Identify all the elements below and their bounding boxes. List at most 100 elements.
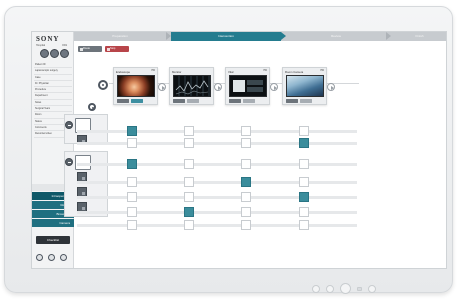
source-title: Room Camera	[285, 69, 304, 74]
routing-cell[interactable]	[299, 126, 309, 136]
routing-cell[interactable]	[241, 192, 251, 202]
routing-cell[interactable]	[127, 138, 137, 148]
routing-row	[77, 224, 357, 227]
route-button-label: Route	[83, 47, 90, 50]
routing-cell-active[interactable]	[127, 159, 137, 169]
vital-feed-image	[229, 75, 267, 97]
monitor-bezel: SONY Hospital OR1 Patient ID Laparoscopi…	[4, 6, 453, 293]
routing-cell[interactable]	[184, 192, 194, 202]
routing-row	[77, 163, 357, 166]
source-control-button[interactable]	[300, 99, 312, 103]
brand-logo: SONY	[36, 35, 60, 43]
source-badge: HD	[320, 69, 324, 72]
source-controls	[286, 99, 312, 103]
source-control-button[interactable]	[173, 99, 185, 103]
tab-review[interactable]: Review	[286, 32, 386, 41]
routing-cell[interactable]	[299, 177, 309, 187]
routing-cell[interactable]	[241, 138, 251, 148]
tab-finish[interactable]: Finish	[391, 32, 446, 41]
routing-cell[interactable]	[127, 207, 137, 217]
mode-buttons	[40, 49, 69, 58]
sidebar-tab-camera[interactable]: Camera	[32, 219, 74, 227]
hardware-button[interactable]	[357, 286, 362, 291]
routing-cell[interactable]	[184, 220, 194, 230]
source-control-button[interactable]	[286, 99, 298, 103]
routing-cell-active[interactable]	[127, 126, 137, 136]
play-icon[interactable]	[158, 83, 166, 91]
route-button[interactable]: Route	[78, 46, 102, 52]
edit-icon[interactable]	[48, 254, 55, 261]
stop-button-label: Stop	[110, 47, 116, 50]
routing-cell-active[interactable]	[241, 177, 251, 187]
checklist-button[interactable]: Checklist	[36, 236, 70, 244]
power-button[interactable]	[340, 283, 351, 294]
source-control-button[interactable]	[131, 99, 143, 103]
mode-a-button[interactable]	[40, 49, 49, 58]
hardware-button[interactable]	[368, 284, 376, 293]
source-card-endoscope[interactable]: Endoscope HD	[113, 67, 158, 105]
stop-icon	[106, 47, 110, 51]
source-play-icon[interactable]	[98, 80, 108, 90]
vital-signs-graphic	[233, 80, 263, 92]
routing-cell[interactable]	[184, 159, 194, 169]
play-icon[interactable]	[214, 83, 222, 91]
routing-cell[interactable]	[241, 159, 251, 169]
mode-b-button[interactable]	[50, 49, 59, 58]
routing-cell[interactable]	[184, 177, 194, 187]
route-icon	[79, 47, 83, 51]
routing-cell[interactable]	[127, 192, 137, 202]
source-select-icon[interactable]	[88, 103, 96, 111]
source-control-button[interactable]	[229, 99, 241, 103]
source-controls	[229, 99, 255, 103]
tab-preparation[interactable]: Preparation	[74, 32, 166, 41]
source-control-button[interactable]	[243, 99, 255, 103]
source-controls	[173, 99, 199, 103]
routing-cell[interactable]	[299, 220, 309, 230]
play-icon[interactable]	[270, 83, 278, 91]
routing-cell[interactable]	[241, 220, 251, 230]
routing-cell[interactable]	[184, 126, 194, 136]
room-camera-feed-image	[286, 75, 324, 97]
routing-cell[interactable]	[241, 126, 251, 136]
stop-button[interactable]: Stop	[105, 46, 129, 52]
source-title: Vital	[228, 69, 234, 74]
source-title: Monitor	[172, 69, 182, 74]
hardware-button[interactable]	[326, 284, 334, 293]
play-icon[interactable]	[327, 83, 335, 91]
source-title: Endoscope	[116, 69, 130, 74]
sidebar-subtitle-left: Hospital	[36, 44, 46, 47]
mode-c-button[interactable]	[60, 49, 69, 58]
routing-cell[interactable]	[127, 220, 137, 230]
settings-icon[interactable]	[36, 254, 43, 261]
source-badge: HD	[151, 69, 155, 72]
source-control-button[interactable]	[117, 99, 129, 103]
routing-cell-active[interactable]	[299, 192, 309, 202]
collapse-group-2-button[interactable]	[65, 158, 73, 166]
source-card-room-camera[interactable]: Room Camera HD	[282, 67, 327, 105]
source-badge: HD	[263, 69, 267, 72]
source-card-vital[interactable]: Vital HD	[225, 67, 270, 105]
routing-row	[77, 196, 357, 199]
routing-cell-active[interactable]	[299, 138, 309, 148]
tab-intervention[interactable]: Intervention	[171, 32, 281, 41]
source-card-monitor[interactable]: Monitor	[169, 67, 214, 105]
info-icon[interactable]	[60, 254, 67, 261]
source-control-button[interactable]	[187, 99, 199, 103]
monitor-feed-image	[173, 75, 211, 97]
routing-cell[interactable]	[299, 159, 309, 169]
routing-cell-active[interactable]	[184, 207, 194, 217]
routing-cell[interactable]	[127, 177, 137, 187]
routing-row	[77, 211, 357, 214]
routing-cell[interactable]	[184, 138, 194, 148]
hardware-button[interactable]	[312, 284, 320, 293]
sidebar-bottom-icons	[36, 254, 67, 261]
workflow-bar: Preparation Intervention Review Finish	[74, 32, 446, 41]
endoscope-feed-image	[117, 75, 155, 97]
routing-row	[77, 181, 357, 184]
routing-cell[interactable]	[299, 207, 309, 217]
monitor-waveform-graphic	[175, 80, 209, 95]
routing-cell[interactable]	[241, 207, 251, 217]
collapse-group-1-button[interactable]	[65, 121, 73, 129]
routing-row	[77, 142, 357, 145]
hardware-buttons	[312, 283, 376, 294]
